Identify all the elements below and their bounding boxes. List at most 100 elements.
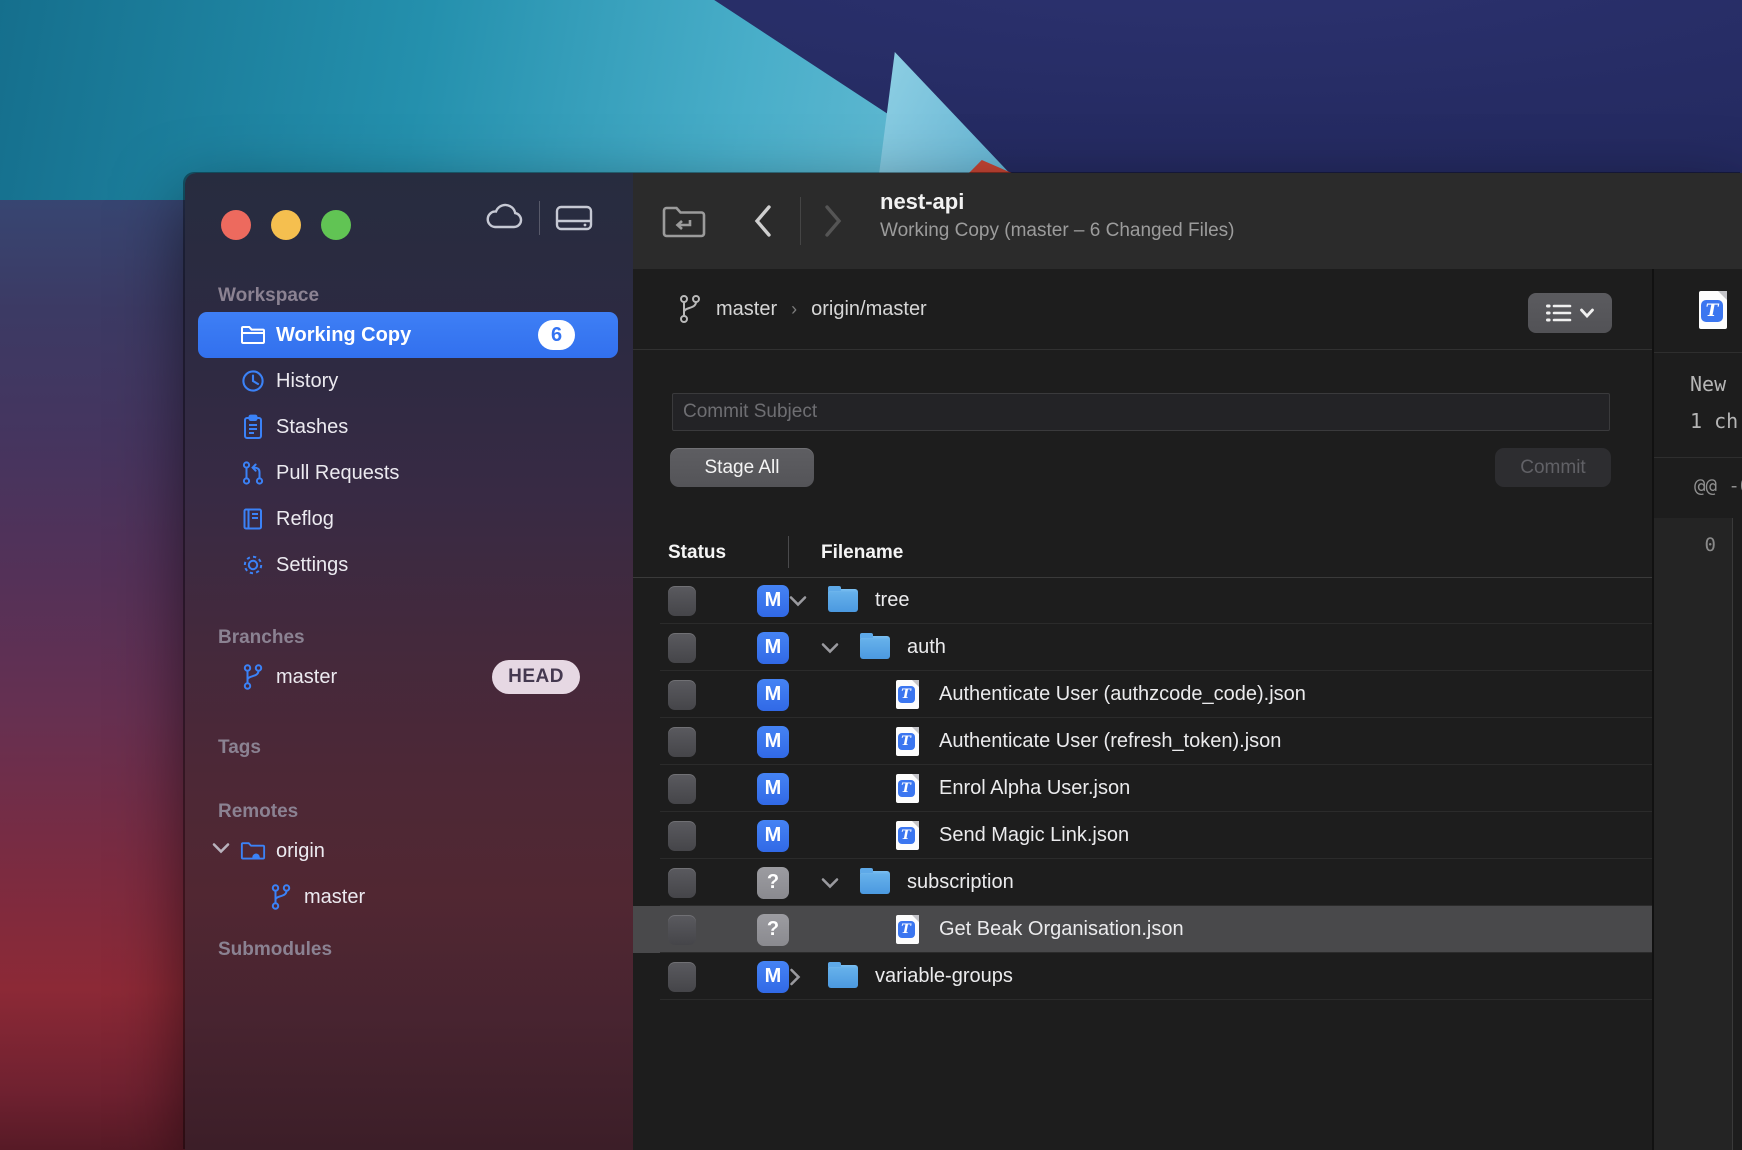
diff-status-block: New 1 ch <box>1654 352 1742 458</box>
filename-label: Authenticate User (refresh_token).json <box>939 730 1281 753</box>
sidebar-item-label: Stashes <box>276 416 348 439</box>
filename-cell: auth <box>789 624 1652 671</box>
sidebar-item-label: master <box>276 666 337 689</box>
file-table-header: Status Filename <box>633 542 1652 577</box>
filename-label: Enrol Alpha User.json <box>939 777 1130 800</box>
main-toolbar: nest-api Working Copy (master – 6 Change… <box>633 173 1742 270</box>
chevron-down-icon[interactable] <box>821 642 860 654</box>
stage-checkbox[interactable] <box>668 821 696 851</box>
cloud-folder-icon <box>240 838 266 864</box>
stage-checkbox[interactable] <box>668 727 696 757</box>
gear-icon <box>240 552 266 578</box>
forward-icon[interactable] <box>821 201 845 241</box>
filename-cell: Authenticate User (refresh_token).json <box>789 718 1652 765</box>
status-badge-untracked: ? <box>757 914 789 946</box>
filename-cell: subscription <box>789 859 1652 906</box>
sidebar-section-submodules: Submodules <box>185 939 633 959</box>
json-file-icon <box>896 727 919 756</box>
sidebar-item-label: Reflog <box>276 508 334 531</box>
view-options-button[interactable] <box>1528 293 1612 333</box>
stage-all-button[interactable]: Stage All <box>670 448 814 487</box>
toolbar-nav-divider <box>800 197 801 245</box>
sidebar-item-master[interactable]: master <box>198 874 618 920</box>
file-row[interactable]: M Authenticate User (authzcode_code).json <box>633 671 1652 718</box>
chevron-down-icon[interactable] <box>789 595 828 607</box>
section-label: Tags <box>218 737 633 757</box>
filename-cell: tree <box>789 577 1652 624</box>
tracking-branch[interactable]: origin/master <box>811 298 927 321</box>
column-divider <box>788 536 789 568</box>
hunk-header-text: @@ -0 <box>1694 475 1742 497</box>
commit-subject-input[interactable] <box>672 393 1610 431</box>
filename-cell: Get Beak Organisation.json <box>789 906 1652 953</box>
commit-button[interactable]: Commit <box>1495 448 1611 487</box>
sidebar-item-origin[interactable]: origin <box>198 828 618 874</box>
folder-icon <box>860 636 890 659</box>
repo-title: nest-api <box>880 189 1234 215</box>
file-row[interactable]: ?subscription <box>633 859 1652 906</box>
stage-checkbox[interactable] <box>668 915 696 945</box>
filename-label: auth <box>907 636 946 659</box>
app-window: WorkspaceWorking Copy6HistoryStashesPull… <box>185 173 1742 1150</box>
chevron-down-icon <box>1580 308 1594 318</box>
working-copy-pane: master › origin/master Stage All Com <box>633 269 1652 1150</box>
clipboard-icon <box>240 414 266 440</box>
file-row[interactable]: Mauth <box>633 624 1652 671</box>
pull-request-icon <box>240 460 266 486</box>
json-file-icon <box>1699 291 1727 329</box>
repo-return-icon[interactable] <box>661 203 707 241</box>
status-badge-modified: M <box>757 679 789 711</box>
filename-cell: Enrol Alpha User.json <box>789 765 1652 812</box>
file-table-rows: MtreeMauthMAuthenticate User (authzcode_… <box>633 577 1652 1000</box>
sidebar-section-workspace: WorkspaceWorking Copy6HistoryStashesPull… <box>185 285 633 588</box>
stage-checkbox[interactable] <box>668 680 696 710</box>
diff-hunk-header: @@ -0 <box>1654 457 1742 518</box>
filename-label: Get Beak Organisation.json <box>939 918 1184 941</box>
stage-checkbox[interactable] <box>668 633 696 663</box>
json-file-icon <box>896 915 919 944</box>
diff-panel: New 1 ch @@ -0 0 <box>1652 269 1742 1150</box>
back-icon[interactable] <box>751 201 775 241</box>
file-row[interactable]: MSend Magic Link.json <box>633 812 1652 859</box>
sidebar-item-history[interactable]: History <box>198 358 618 404</box>
file-row[interactable]: MAuthenticate User (refresh_token).json <box>633 718 1652 765</box>
status-badge-modified: M <box>757 773 789 805</box>
sidebar-item-stashes[interactable]: Stashes <box>198 404 618 450</box>
stage-checkbox[interactable] <box>668 962 696 992</box>
stage-checkbox[interactable] <box>668 774 696 804</box>
sidebar-item-label: History <box>276 370 338 393</box>
sidebar-item-reflog[interactable]: Reflog <box>198 496 618 542</box>
sidebar-item-label: Pull Requests <box>276 462 399 485</box>
status-column-header: Status <box>668 542 726 564</box>
diff-summary-text: 1 ch <box>1690 409 1738 433</box>
window-title-block: nest-api Working Copy (master – 6 Change… <box>880 189 1234 242</box>
sidebar: WorkspaceWorking Copy6HistoryStashesPull… <box>185 173 633 1150</box>
status-badge-modified: M <box>757 961 789 993</box>
file-icon-wrap <box>892 680 922 709</box>
file-icon-wrap <box>892 915 922 944</box>
sidebar-item-master[interactable]: masterHEAD <box>198 654 618 700</box>
file-row[interactable]: Mtree <box>633 577 1652 624</box>
file-icon-wrap <box>892 727 922 756</box>
sidebar-item-pull-requests[interactable]: Pull Requests <box>198 450 618 496</box>
sidebar-item-settings[interactable]: Settings <box>198 542 618 588</box>
folder-icon <box>828 589 858 612</box>
filename-column-header: Filename <box>821 542 903 564</box>
chevron-down-icon[interactable] <box>212 842 230 854</box>
json-file-icon <box>896 821 919 850</box>
diff-line-gutter: 0 <box>1654 518 1733 1150</box>
chevron-right-icon[interactable] <box>789 968 828 986</box>
file-row[interactable]: M Enrol Alpha User.json <box>633 765 1652 812</box>
chevron-down-icon[interactable] <box>821 877 860 889</box>
stage-checkbox[interactable] <box>668 586 696 616</box>
sidebar-sections: WorkspaceWorking Copy6HistoryStashesPull… <box>185 173 633 966</box>
branch-bar: master › origin/master <box>633 269 1652 350</box>
current-branch[interactable]: master <box>716 298 777 321</box>
sidebar-item-working-copy[interactable]: Working Copy6 <box>198 312 618 358</box>
filename-cell: variable-groups <box>789 953 1652 1000</box>
status-badge-modified: M <box>757 820 789 852</box>
stage-checkbox[interactable] <box>668 868 696 898</box>
file-row[interactable]: Mvariable-groups <box>633 953 1652 1000</box>
file-row[interactable]: ? Get Beak Organisation.json <box>633 906 1652 953</box>
filename-label: Authenticate User (authzcode_code).json <box>939 683 1306 706</box>
